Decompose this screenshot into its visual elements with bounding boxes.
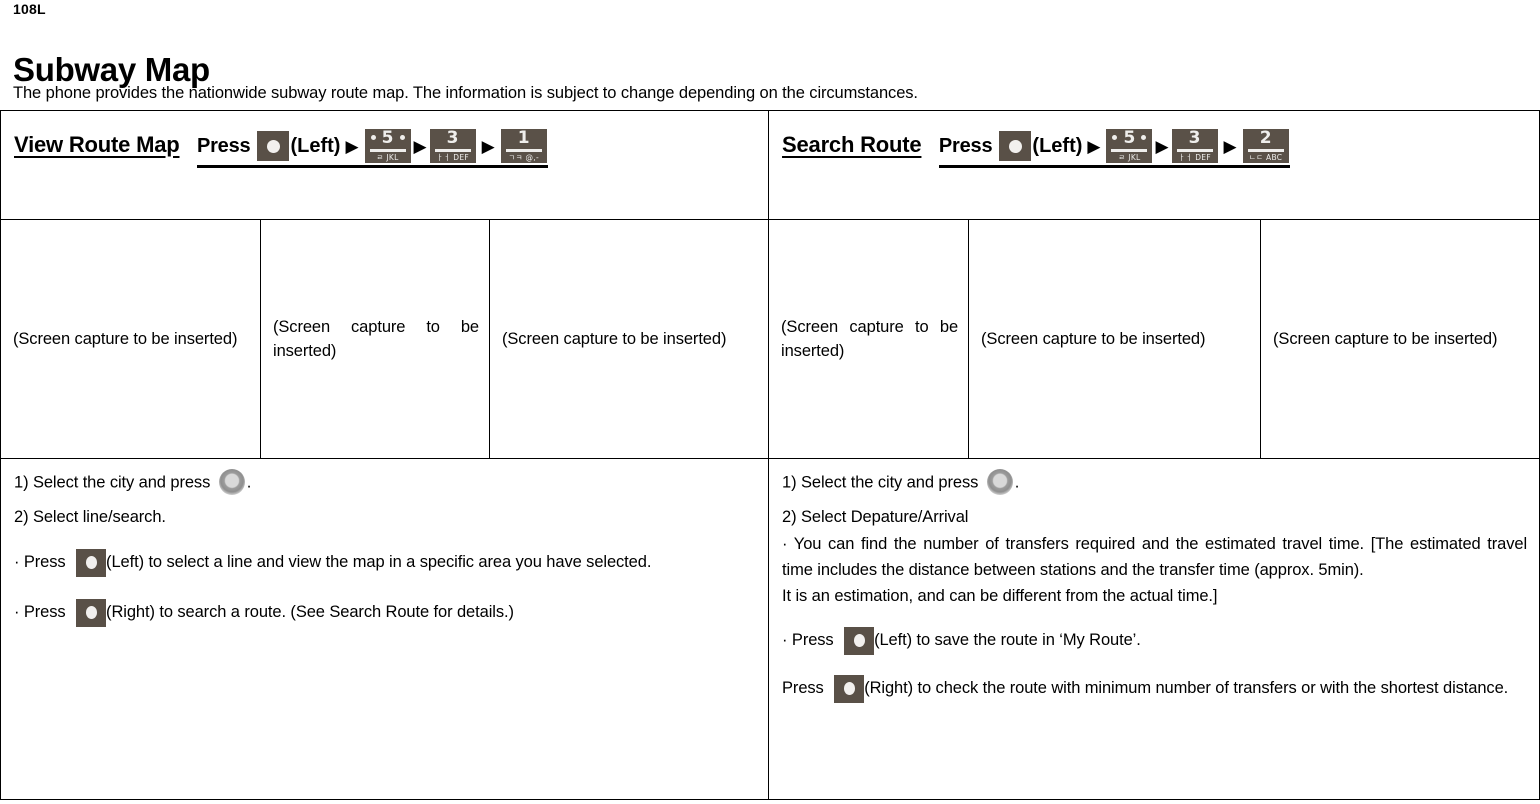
softkey-icon[interactable] [76,598,107,627]
arrow-right-icon: ▶ [481,136,495,156]
bullet-prefix: · Press [14,603,66,621]
arrow-right-icon: ▶ [1223,136,1237,156]
key-sequence-view-route-map: Press (Left) ▶ 5 ㄹ JKL ▶ 3 ㅏㅓ DEF ▶ 1 ㄱㅋ… [196,129,548,168]
softkey-icon[interactable] [999,131,1032,161]
section-title-view-route-map: View Route Map [14,132,180,157]
step-1-text: 1) Select the city and press [14,473,211,492]
bullet-text: (Left) to save the route in ‘My Route’. [874,631,1141,649]
key-digit: 3 [446,129,459,148]
search-route-steps-cell: 1) Select the city and press . 2) Select… [768,458,1540,800]
key-divider-bar [1176,149,1213,152]
step-1: 1) Select the city and press . [14,469,756,497]
page-number: 108L [13,1,46,17]
key-sublabel: ㅏㅓ DEF [1178,153,1211,162]
bullet-text: (Right) to check the route with minimum … [864,679,1509,697]
bullet-prefix: · Press [14,553,66,571]
softkey-icon[interactable] [76,548,107,577]
bullet-right-softkey: · Press (Right) to search a route. (See … [14,595,756,629]
key-digit: 5 [1123,129,1136,148]
key-sublabel: ㄴㄷ ABC [1248,153,1283,162]
softkey-icon[interactable] [834,674,865,703]
capture-cell-2: (Screen capture to be inserted) [260,219,490,459]
bullet-left-softkey: · Press (Left) to select a line and view… [14,545,756,579]
key-sublabel: ㄹ JKL [376,153,399,162]
arrow-right-icon: ▶ [413,136,427,156]
keypad-key-3[interactable]: 3 ㅏㅓ DEF [1171,129,1218,163]
keypad-key-5[interactable]: 5 ㄹ JKL [364,129,411,163]
bullet-right-softkey: Press (Right) to check the route with mi… [782,673,1527,703]
key-sublabel: ㄹ JKL [1118,153,1141,162]
capture-placeholder-text: (Screen capture to be inserted) [1273,330,1498,348]
key-digit: 5 [381,129,394,148]
capture-placeholder-text: (Screen capture to be inserted) [502,330,727,348]
note-paragraph-2: It is an estimation, and can be differen… [782,587,1218,605]
step-1-period: . [246,473,252,492]
key-divider-bar [505,149,542,152]
keypad-key-3[interactable]: 3 ㅏㅓ DEF [429,129,476,163]
key-divider-bar [369,149,406,152]
capture-placeholder-text: (Screen capture to be inserted) [781,318,959,360]
screen-capture-row: (Screen capture to be inserted) (Screen … [0,219,1540,459]
capture-placeholder-text: (Screen capture to be inserted) [981,330,1206,348]
bullet-text: (Right) to search a route. (See Search R… [106,603,514,621]
key-digit: 2 [1259,129,1272,148]
instructions-table: View Route Map Press (Left) ▶ 5 ㄹ JKL ▶ [0,110,1540,800]
arrow-right-icon: ▶ [345,136,359,156]
softkey-side-label: (Left) [1032,135,1083,157]
capture-cell-3: (Screen capture to be inserted) [488,219,770,459]
capture-cell-4: (Screen capture to be inserted) [768,219,970,459]
softkey-side-label: (Left) [290,135,341,157]
softkey-icon[interactable] [844,626,875,655]
step-1: 1) Select the city and press . [782,469,1527,497]
bullet-prefix: Press [782,679,824,697]
press-label: Press [196,135,251,157]
key-divider-bar [434,149,471,152]
key-divider-bar [1247,149,1284,152]
section-title-search-route: Search Route [782,132,922,157]
softkey-icon[interactable] [257,131,290,161]
ok-button-icon[interactable] [218,469,245,495]
capture-cell-5: (Screen capture to be inserted) [968,219,1262,459]
bullet-text: (Left) to select a line and view the map… [106,553,652,571]
view-route-map-steps-cell: 1) Select the city and press . 2) Select… [0,458,770,800]
arrow-right-icon: ▶ [1087,136,1101,156]
key-digit: 1 [517,129,530,148]
step-1-text: 1) Select the city and press [782,473,979,492]
keypad-key-5[interactable]: 5 ㄹ JKL [1106,129,1153,163]
capture-cell-6: (Screen capture to be inserted) [1260,219,1540,459]
instructions-row: 1) Select the city and press . 2) Select… [0,458,1540,800]
key-sequence-search-route: Press (Left) ▶ 5 ㄹ JKL ▶ 3 ㅏㅓ DEF ▶ 2 ㄴㄷ… [938,129,1290,168]
press-label: Press [938,135,993,157]
capture-cell-1: (Screen capture to be inserted) [0,219,261,459]
step-1-period: . [1014,473,1020,492]
view-route-map-header-cell: View Route Map Press (Left) ▶ 5 ㄹ JKL ▶ [0,110,770,220]
ok-button-icon[interactable] [986,469,1013,495]
capture-placeholder-text: (Screen capture to be inserted) [273,318,479,360]
arrow-right-icon: ▶ [1155,136,1169,156]
search-route-header-cell: Search Route Press (Left) ▶ 5 ㄹ JKL ▶ 3 … [768,110,1540,220]
keypad-key-2[interactable]: 2 ㄴㄷ ABC [1242,129,1289,163]
step-2: 2) Select line/search. [14,508,166,526]
document-page: 108L Subway Map The phone provides the n… [0,0,1540,804]
bullet-left-softkey: · Press (Left) to save the route in ‘My … [782,623,1527,657]
table-header-row: View Route Map Press (Left) ▶ 5 ㄹ JKL ▶ [0,110,1540,220]
capture-placeholder-text: (Screen capture to be inserted) [13,330,238,348]
note-paragraph: · You can find the number of transfers r… [782,535,1528,579]
key-sublabel: ㅏㅓ DEF [436,153,469,162]
bullet-prefix: · Press [782,631,834,649]
keypad-key-1[interactable]: 1 ㄱㅋ @,- [500,129,547,163]
key-divider-bar [1111,149,1148,152]
step-2: 2) Select Depature/Arrival [782,508,969,526]
intro-paragraph: The phone provides the nationwide subway… [13,84,918,102]
key-digit: 3 [1188,129,1201,148]
key-sublabel: ㄱㅋ @,- [508,153,539,162]
